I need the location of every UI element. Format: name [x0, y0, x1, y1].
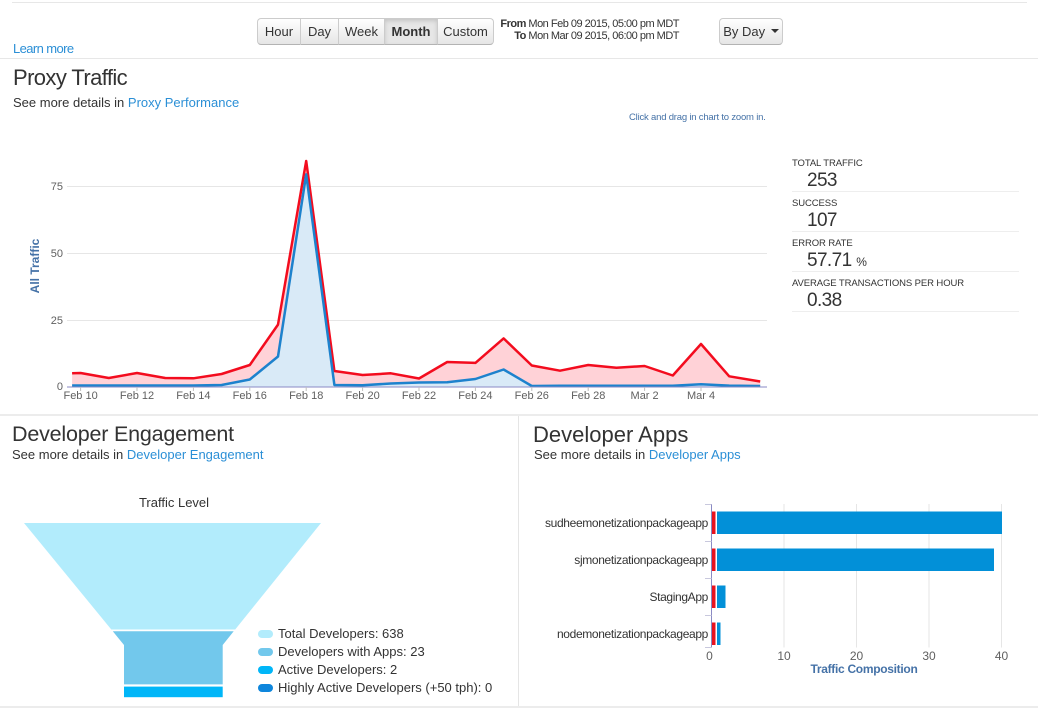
svg-text:30: 30 [922, 649, 936, 663]
svg-text:Feb 20: Feb 20 [345, 390, 379, 402]
svg-text:Feb 12: Feb 12 [120, 390, 154, 402]
svg-text:0: 0 [57, 381, 63, 393]
svg-text:Mar 4: Mar 4 [687, 390, 715, 402]
svg-text:StagingApp: StagingApp [649, 590, 708, 604]
svg-text:Mar 2: Mar 2 [631, 390, 659, 402]
svg-text:20: 20 [850, 649, 864, 663]
svg-text:Feb 14: Feb 14 [176, 390, 210, 402]
svg-text:sjmonetizationpackageapp: sjmonetizationpackageapp [574, 553, 708, 567]
svg-text:Feb 10: Feb 10 [63, 390, 97, 402]
svg-text:nodemonetizationpackageapp: nodemonetizationpackageapp [557, 627, 709, 641]
svg-text:40: 40 [995, 649, 1009, 663]
svg-text:10: 10 [777, 649, 791, 663]
svg-text:Feb 26: Feb 26 [515, 390, 549, 402]
svg-text:Feb 22: Feb 22 [402, 390, 436, 402]
svg-text:50: 50 [51, 248, 63, 260]
svg-text:0: 0 [706, 649, 713, 663]
svg-text:Feb 28: Feb 28 [571, 390, 605, 402]
svg-text:Feb 16: Feb 16 [233, 390, 267, 402]
svg-text:Feb 24: Feb 24 [458, 390, 492, 402]
svg-text:75: 75 [51, 181, 63, 193]
svg-text:Traffic Composition: Traffic Composition [811, 662, 918, 676]
svg-text:25: 25 [51, 315, 63, 327]
svg-text:Feb 18: Feb 18 [289, 390, 323, 402]
svg-text:sudheemonetizationpackageapp: sudheemonetizationpackageapp [545, 516, 709, 530]
svg-text:All Traffic: All Traffic [28, 238, 42, 293]
